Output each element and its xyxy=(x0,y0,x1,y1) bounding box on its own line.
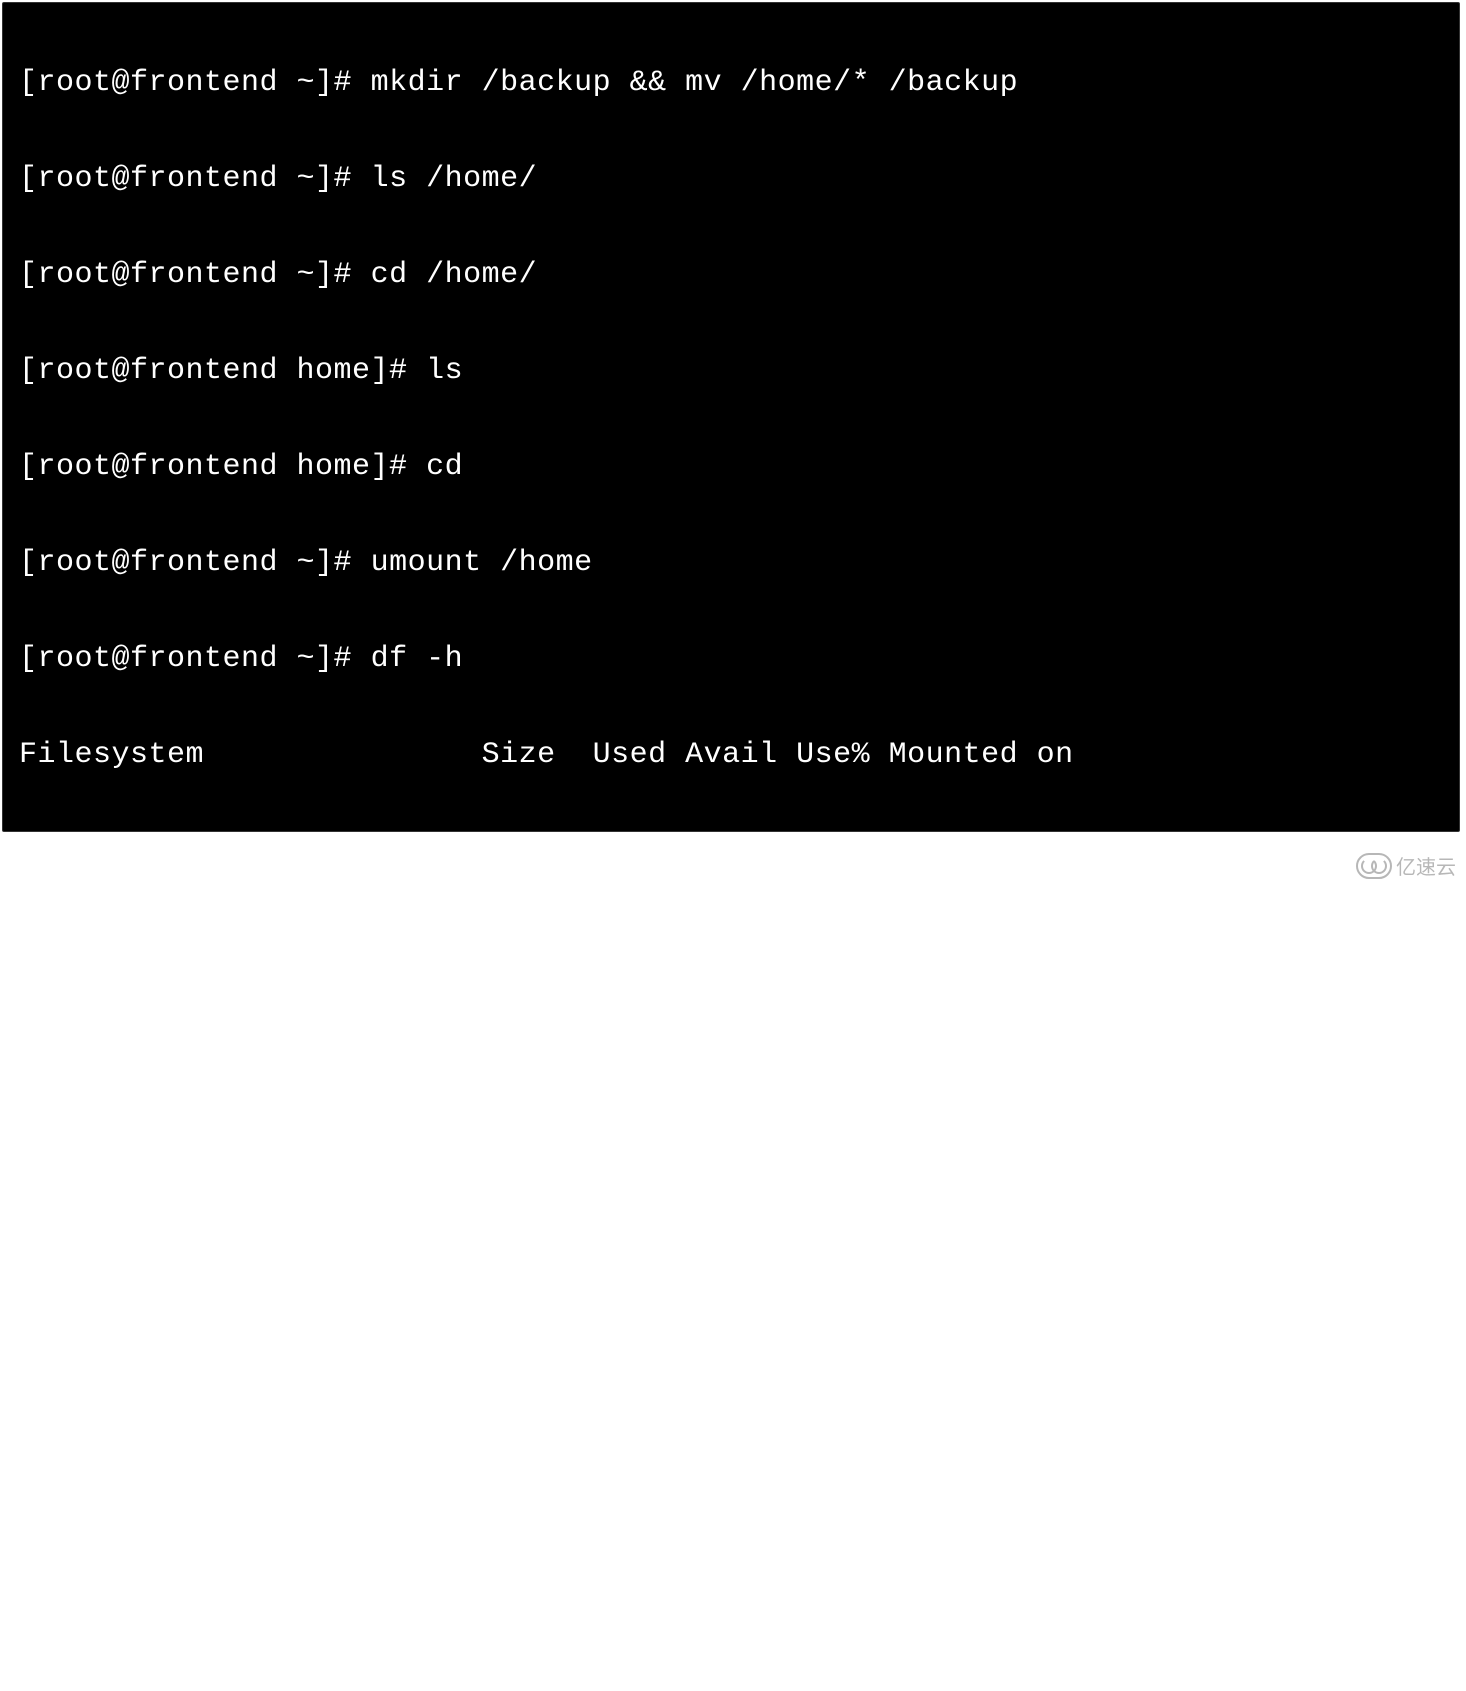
df-row: tmpfs 3.1G 0 3.1G 0% /run/user/1000 xyxy=(19,1403,1443,1451)
shell-command: ls /home/ xyxy=(371,162,538,196)
watermark: 亿速云 xyxy=(1356,851,1456,880)
df-row: /dev/mapper/centos-root 50G 2.6G 48G 6% … xyxy=(19,827,1443,875)
shell-command: mkdir /backup && mv /home/* /backup xyxy=(371,66,1019,100)
shell-prompt: [root@frontend ~]# xyxy=(19,162,371,196)
command-line: [root@frontend home]# ls xyxy=(19,347,1443,395)
cloud-icon xyxy=(1356,853,1392,879)
shell-prompt: [root@frontend home]# xyxy=(19,450,426,484)
shell-command: df -h xyxy=(371,642,464,676)
df-row: tmpfs 3.1G 0 3.1G 0% /run/user/0 xyxy=(19,1499,1443,1547)
watermark-text: 亿速云 xyxy=(1396,851,1456,880)
df-row: tmpfs 16G 323M 16G 3% /run xyxy=(19,1115,1443,1163)
terminal-cursor xyxy=(371,1604,389,1638)
command-line: [root@frontend ~]# ls /home/ xyxy=(19,155,1443,203)
shell-prompt: [root@frontend ~]# xyxy=(19,642,371,676)
df-row: tmpfs 16G 0 16G 0% /sys/fs/cgroup xyxy=(19,1211,1443,1259)
df-row: tmpfs 16G 0 16G 0% /dev/shm xyxy=(19,1019,1443,1067)
df-header: Filesystem Size Used Avail Use% Mounted … xyxy=(19,731,1443,779)
shell-command: cd /home/ xyxy=(371,258,538,292)
shell-prompt: [root@frontend ~]# xyxy=(19,66,371,100)
df-row: /dev/sda1 1014M 186M 829M 19% /boot xyxy=(19,1307,1443,1355)
shell-prompt: [root@frontend ~]# xyxy=(19,258,371,292)
command-line: [root@frontend ~]# mkdir /backup && mv /… xyxy=(19,59,1443,107)
command-line: [root@frontend ~]# cd /home/ xyxy=(19,251,1443,299)
command-line-active[interactable]: [root@frontend ~]# xyxy=(19,1595,1443,1643)
shell-prompt: [root@frontend home]# xyxy=(19,354,426,388)
df-row: devtmpfs 16G 0 16G 0% /dev xyxy=(19,923,1443,971)
shell-prompt: [root@frontend ~]# xyxy=(19,546,371,580)
terminal-window[interactable]: [root@frontend ~]# mkdir /backup && mv /… xyxy=(2,2,1460,832)
shell-command: cd xyxy=(426,450,463,484)
command-line: [root@frontend home]# cd xyxy=(19,443,1443,491)
shell-command: ls xyxy=(426,354,463,388)
shell-command: umount /home xyxy=(371,546,593,580)
command-line: [root@frontend ~]# umount /home xyxy=(19,539,1443,587)
command-line: [root@frontend ~]# df -h xyxy=(19,635,1443,683)
shell-prompt: [root@frontend ~]# xyxy=(19,1602,371,1636)
